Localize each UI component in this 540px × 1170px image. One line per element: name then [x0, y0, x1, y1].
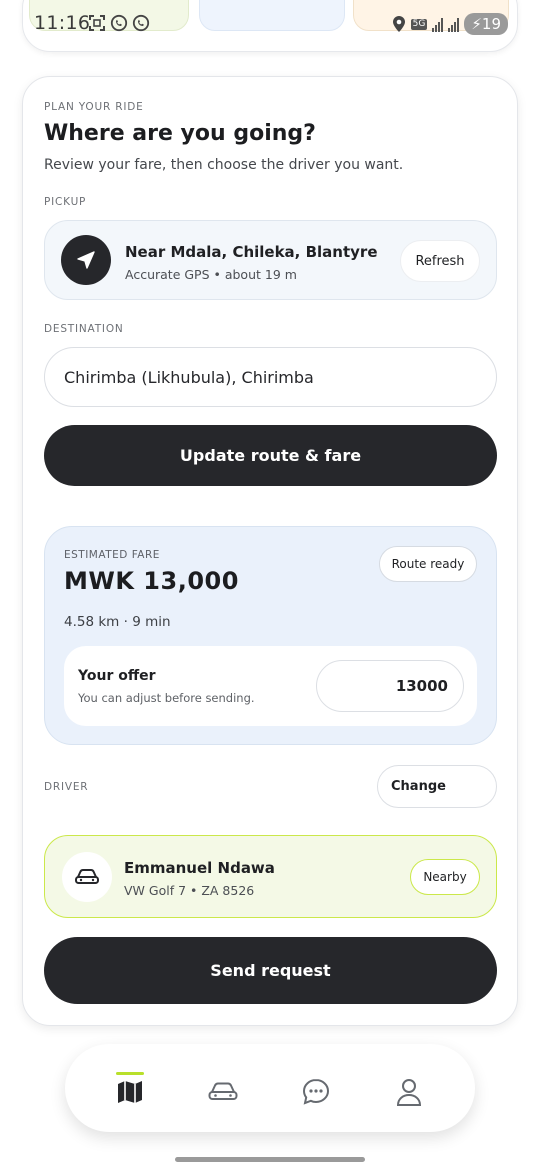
location-icon	[392, 16, 405, 32]
battery-indicator: ⚡19	[464, 13, 508, 35]
nav-rides[interactable]	[203, 1072, 243, 1112]
system-icons: 5G ⚡19	[392, 13, 508, 35]
route-distance-time: 4.58 km · 9 min	[64, 614, 171, 630]
fare-card: ESTIMATED FARE Route ready MWK 13,000 4.…	[44, 526, 497, 745]
signal-icon	[448, 16, 460, 32]
nav-map[interactable]	[110, 1072, 150, 1112]
pickup-card[interactable]: Near Mdala, Chileka, Blantyre Accurate G…	[44, 220, 497, 300]
page-title: Where are you going?	[44, 121, 316, 146]
pickup-accuracy: Accurate GPS • about 19 m	[125, 267, 297, 282]
fare-amount: MWK 13,000	[64, 567, 239, 595]
pickup-label: PICKUP	[44, 196, 87, 208]
home-indicator[interactable]	[175, 1157, 365, 1162]
send-request-button[interactable]: Send request	[44, 937, 497, 1004]
map-icon	[118, 1081, 142, 1103]
update-route-button[interactable]: Update route & fare	[44, 425, 497, 486]
destination-label: DESTINATION	[44, 323, 124, 335]
location-arrow-icon	[61, 235, 111, 285]
driver-name: Emmanuel Ndawa	[124, 859, 275, 877]
car-icon	[62, 852, 112, 902]
driver-label: DRIVER	[44, 781, 89, 793]
network-badge: 5G	[410, 18, 428, 30]
battery-level: 19	[481, 15, 501, 33]
ride-plan-card: PLAN YOUR RIDE Where are you going? Revi…	[22, 76, 518, 1026]
route-status-badge: Route ready	[379, 546, 477, 582]
destination-input[interactable]: Chirimba (Likhubula), Chirimba	[44, 347, 497, 407]
offer-title: Your offer	[78, 668, 156, 684]
plan-section-label: PLAN YOUR RIDE	[44, 101, 144, 113]
notification-icons	[88, 14, 150, 32]
status-time: 11:16	[34, 12, 91, 34]
change-driver-button[interactable]: Change	[377, 765, 497, 808]
driver-vehicle: VW Golf 7 • ZA 8526	[124, 883, 255, 898]
offer-input[interactable]: 13000	[316, 660, 464, 712]
nav-profile[interactable]	[389, 1072, 429, 1112]
page-subtitle: Review your fare, then choose the driver…	[44, 157, 404, 173]
fare-label: ESTIMATED FARE	[64, 549, 160, 561]
nav-messages[interactable]	[296, 1072, 336, 1112]
nearby-badge: Nearby	[410, 859, 480, 895]
car-icon	[208, 1082, 238, 1100]
refresh-button[interactable]: Refresh	[400, 240, 480, 282]
offer-panel: Your offer You can adjust before sending…	[64, 646, 477, 726]
status-bar: 11:16 5G ⚡19	[0, 10, 540, 38]
screenshot-icon	[89, 15, 105, 31]
offer-hint: You can adjust before sending.	[78, 691, 255, 705]
whatsapp-icon	[132, 14, 150, 32]
pickup-location-name: Near Mdala, Chileka, Blantyre	[125, 243, 378, 261]
signal-icon	[432, 16, 444, 32]
chat-icon	[302, 1078, 330, 1105]
profile-icon	[396, 1079, 422, 1106]
whatsapp-icon	[110, 14, 128, 32]
driver-card[interactable]: Emmanuel Ndawa VW Golf 7 • ZA 8526 Nearb…	[44, 835, 497, 918]
bottom-navigation	[65, 1044, 475, 1132]
